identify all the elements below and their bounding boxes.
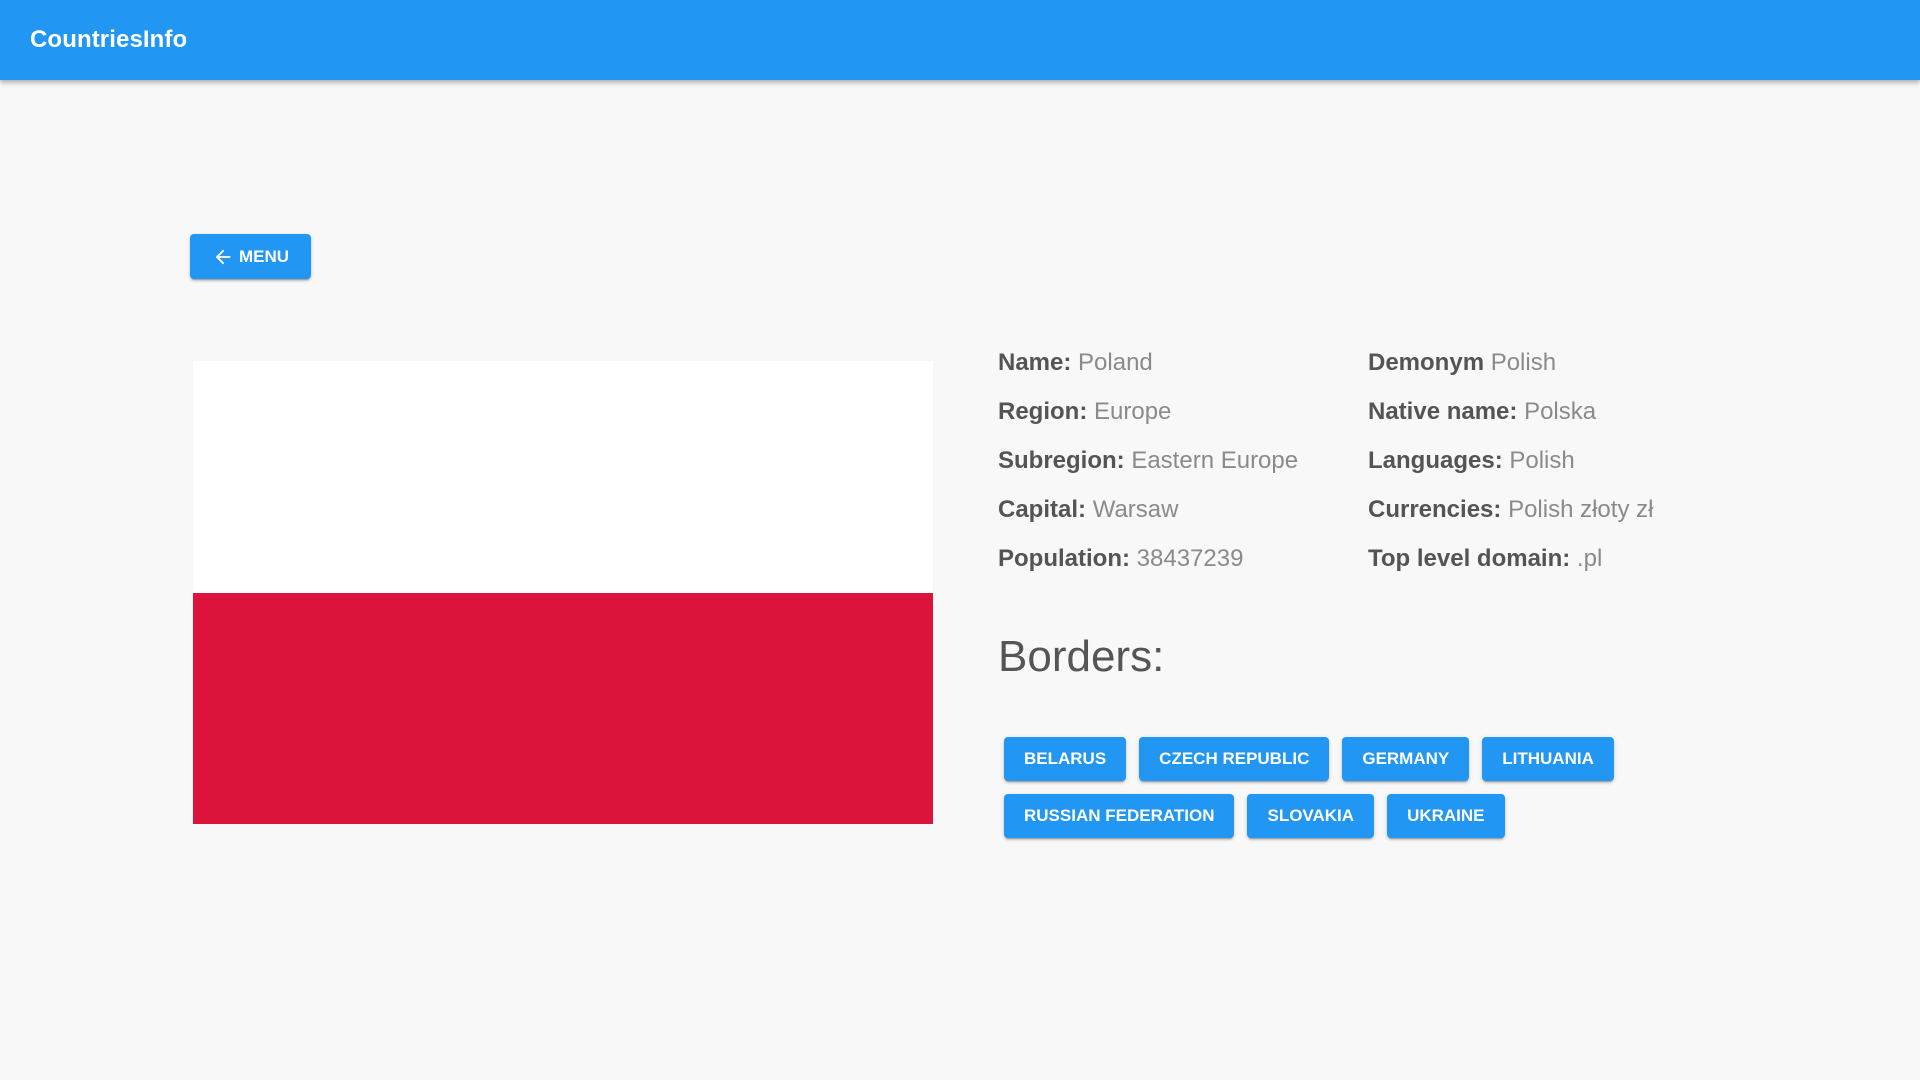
info-languages: Languages: Polish bbox=[1368, 443, 1653, 492]
borders-heading: Borders: bbox=[998, 632, 1165, 681]
info-label: Region: bbox=[998, 398, 1088, 425]
info-label: Currencies: bbox=[1368, 496, 1502, 523]
country-info-left: Name: Poland Region: Europe Subregion: E… bbox=[998, 345, 1298, 590]
info-value: Polish bbox=[1490, 349, 1557, 376]
info-label: Subregion: bbox=[998, 447, 1125, 474]
info-label: Capital: bbox=[998, 496, 1087, 523]
info-label: Name: bbox=[998, 349, 1072, 376]
info-value: Poland bbox=[1078, 349, 1153, 376]
border-country-button[interactable]: UKRAINE bbox=[1387, 794, 1505, 838]
border-country-button[interactable]: GERMANY bbox=[1342, 737, 1470, 781]
info-label: Population: bbox=[998, 545, 1130, 572]
info-capital: Capital: Warsaw bbox=[998, 492, 1298, 541]
info-native-name: Native name: Polska bbox=[1368, 394, 1653, 443]
border-country-button[interactable]: LITHUANIA bbox=[1482, 737, 1614, 781]
info-population: Population: 38437239 bbox=[998, 541, 1298, 590]
menu-button-label: MENU bbox=[238, 246, 290, 266]
info-value: Eastern Europe bbox=[1131, 447, 1299, 474]
info-region: Region: Europe bbox=[998, 394, 1298, 443]
borders-list: BELARUS CZECH REPUBLIC GERMANY LITHUANIA… bbox=[1004, 737, 1644, 838]
info-value: Polish bbox=[1509, 447, 1575, 474]
arrow-left-icon bbox=[215, 249, 231, 264]
country-flag bbox=[193, 361, 933, 824]
border-country-button[interactable]: RUSSIAN FEDERATION bbox=[1004, 794, 1235, 838]
info-currencies: Currencies: Polish złoty zł bbox=[1368, 492, 1653, 541]
border-country-button[interactable]: SLOVAKIA bbox=[1247, 794, 1375, 838]
info-value: Polish złoty zł bbox=[1508, 496, 1654, 523]
border-country-button[interactable]: BELARUS bbox=[1004, 737, 1127, 781]
info-value: 38437239 bbox=[1136, 545, 1244, 572]
info-label: Languages: bbox=[1368, 447, 1503, 474]
info-subregion: Subregion: Eastern Europe bbox=[998, 443, 1298, 492]
app-bar: CountriesInfo bbox=[0, 0, 1920, 80]
info-label: Top level domain: bbox=[1368, 545, 1571, 572]
info-value: Polska bbox=[1524, 398, 1597, 425]
info-value: .pl bbox=[1576, 545, 1603, 572]
menu-back-button[interactable]: MENU bbox=[190, 234, 311, 279]
info-label: Demonym bbox=[1368, 349, 1485, 376]
border-country-button[interactable]: CZECH REPUBLIC bbox=[1139, 737, 1330, 781]
info-demonym: Demonym Polish bbox=[1368, 345, 1653, 394]
info-name: Name: Poland bbox=[998, 345, 1298, 394]
info-value: Warsaw bbox=[1092, 496, 1179, 523]
flag-red-stripe bbox=[193, 593, 933, 824]
info-label: Native name: bbox=[1368, 398, 1518, 425]
flag-white-stripe bbox=[193, 361, 933, 593]
info-value: Europe bbox=[1094, 398, 1172, 425]
app-title: CountriesInfo bbox=[30, 26, 188, 53]
info-top-level-domain: Top level domain: .pl bbox=[1368, 541, 1653, 590]
country-info-right: Demonym Polish Native name: Polska Langu… bbox=[1368, 345, 1653, 590]
